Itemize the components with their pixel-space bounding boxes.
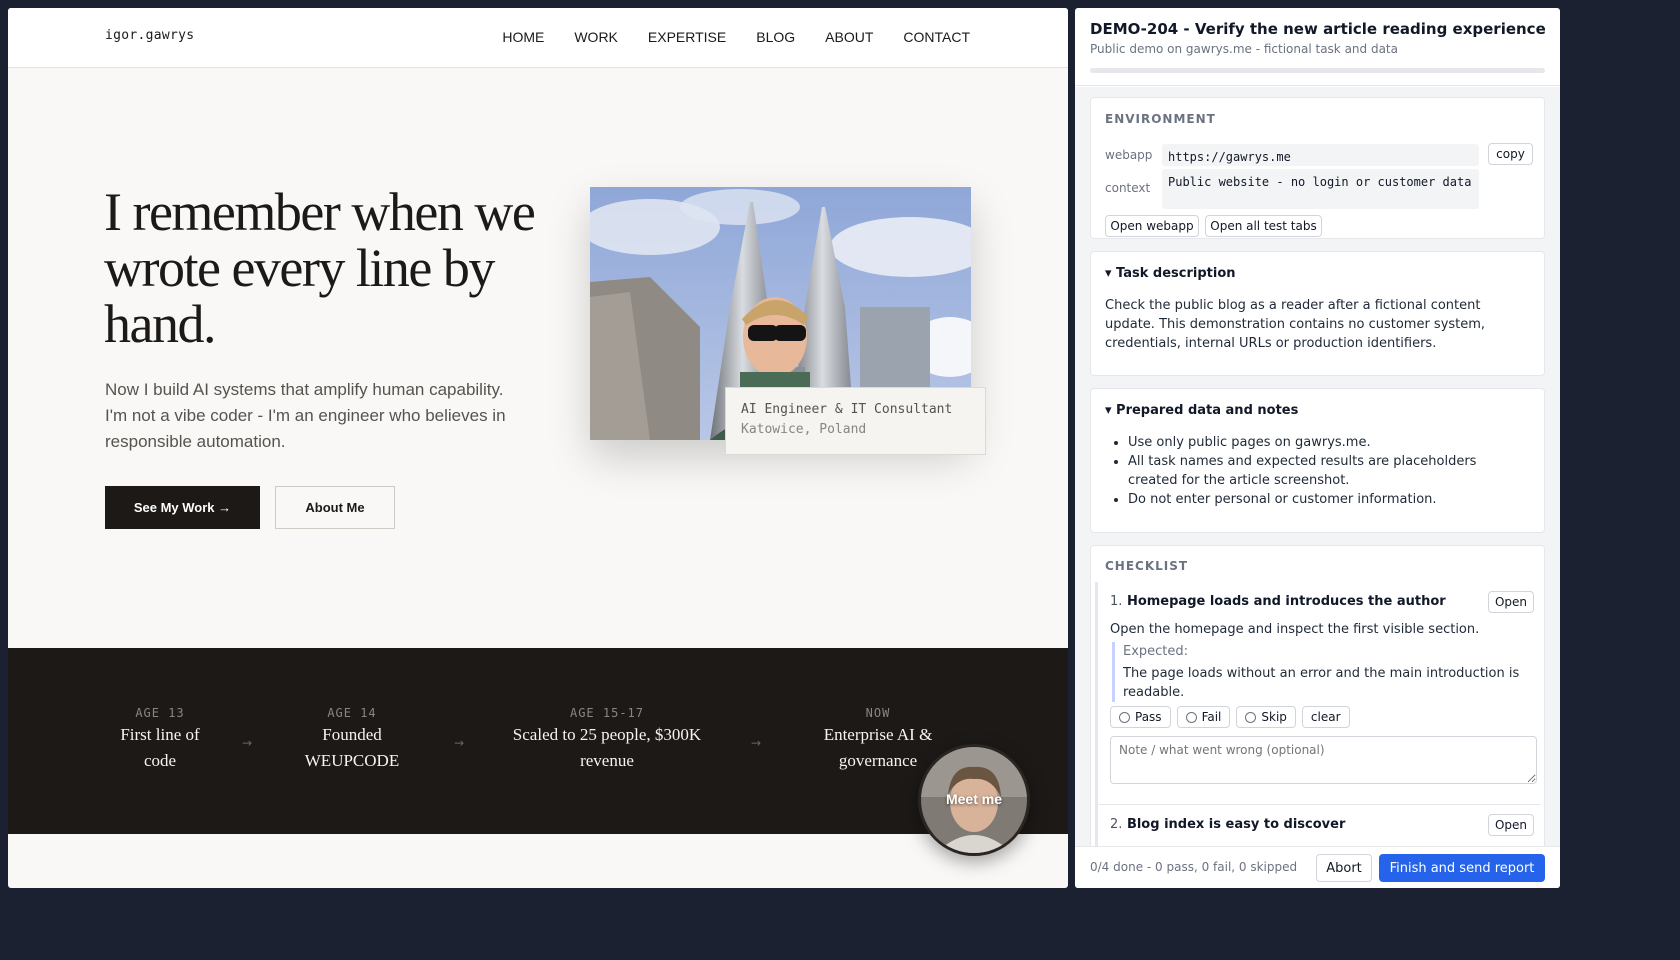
open-webapp-button[interactable]: Open webapp bbox=[1105, 215, 1199, 237]
pass-radio[interactable]: Pass bbox=[1110, 706, 1171, 728]
webapp-key: webapp bbox=[1105, 148, 1153, 162]
skip-label: Skip bbox=[1261, 710, 1287, 724]
timeline-item: NOW Enterprise AI & governance bbox=[808, 706, 948, 774]
timeline-age: AGE 14 bbox=[327, 706, 377, 720]
prepared-notes-card: ▾ Prepared data and notes Use only publi… bbox=[1090, 388, 1545, 533]
checklist-item: 1. Homepage loads and introduces the aut… bbox=[1095, 582, 1540, 804]
site-header: igor.gawrys HOME WORK EXPERTISE BLOG ABO… bbox=[8, 8, 1068, 68]
test-panel: DEMO-204 - Verify the new article readin… bbox=[1075, 8, 1560, 888]
checklist-label: CHECKLIST bbox=[1105, 559, 1189, 573]
webapp-url: https://gawrys.me bbox=[1162, 144, 1479, 166]
fail-label: Fail bbox=[1201, 710, 1222, 724]
timeline-item: AGE 15-17 Scaled to 25 people, $300K rev… bbox=[502, 706, 712, 774]
timeline-age: NOW bbox=[865, 706, 891, 720]
panel-header: DEMO-204 - Verify the new article readin… bbox=[1075, 8, 1560, 86]
list-item: All task names and expected results are … bbox=[1128, 452, 1528, 490]
site-logo[interactable]: igor.gawrys bbox=[105, 28, 194, 43]
timeline-text: First line of code bbox=[120, 725, 200, 770]
nav-about[interactable]: ABOUT bbox=[825, 29, 873, 45]
note-textarea[interactable] bbox=[1110, 736, 1537, 784]
main-nav: HOME WORK EXPERTISE BLOG ABOUT CONTACT bbox=[502, 29, 970, 45]
radio-circle-icon bbox=[1119, 711, 1130, 723]
hero-subtitle: Now I build AI systems that amplify huma… bbox=[105, 380, 506, 451]
progress-bar bbox=[1090, 68, 1545, 73]
hero-title: I remember when we wrote every line by h… bbox=[104, 182, 536, 354]
checklist-item-name: Blog index is easy to discover bbox=[1126, 817, 1346, 832]
task-description-toggle[interactable]: ▾ Task description bbox=[1105, 266, 1236, 281]
environment-label: ENVIRONMENT bbox=[1105, 112, 1216, 126]
notes-list: Use only public pages on gawrys.me. All … bbox=[1128, 433, 1528, 509]
expected-text: The page loads without an error and the … bbox=[1123, 666, 1520, 700]
nav-home[interactable]: HOME bbox=[502, 29, 544, 45]
timeline-age: AGE 15-17 bbox=[569, 706, 645, 720]
pass-label: Pass bbox=[1135, 710, 1162, 724]
timeline-age: AGE 13 bbox=[135, 706, 185, 720]
checklist-item-name: Homepage loads and introduces the author bbox=[1126, 594, 1446, 609]
open-item-button[interactable]: Open bbox=[1488, 591, 1534, 613]
expected-block: Expected: The page loads without an erro… bbox=[1112, 642, 1532, 702]
caption-location: Katowice, Poland bbox=[741, 422, 867, 437]
clear-button[interactable]: clear bbox=[1301, 706, 1350, 728]
fail-radio[interactable]: Fail bbox=[1176, 706, 1231, 728]
checklist-item-number: 2. bbox=[1110, 817, 1123, 832]
career-timeline: AGE 13 First line of code → AGE 14 Found… bbox=[8, 648, 1068, 834]
open-item-button[interactable]: Open bbox=[1488, 814, 1534, 836]
radio-circle-icon bbox=[1185, 711, 1197, 723]
list-item: Use only public pages on gawrys.me. bbox=[1128, 433, 1528, 452]
meet-me-label: Meet me bbox=[945, 791, 1003, 807]
nav-contact[interactable]: CONTACT bbox=[903, 29, 970, 45]
panel-body[interactable]: ENVIRONMENT webapp https://gawrys.me cop… bbox=[1075, 87, 1560, 846]
open-all-tabs-button[interactable]: Open all test tabs bbox=[1205, 215, 1322, 237]
copy-button[interactable]: copy bbox=[1488, 143, 1533, 165]
radio-circle-icon bbox=[1245, 711, 1257, 723]
arrow-right-icon: → bbox=[751, 736, 762, 750]
nav-work[interactable]: WORK bbox=[574, 29, 618, 45]
timeline-text: Founded WEUPCODE bbox=[304, 725, 400, 770]
checklist-card: CHECKLIST 1. Homepage loads and introduc… bbox=[1090, 545, 1545, 846]
photo-caption: AI Engineer & IT Consultant Katowice, Po… bbox=[725, 387, 986, 455]
see-my-work-button[interactable]: See My Work → bbox=[105, 486, 260, 529]
about-me-button[interactable]: About Me bbox=[275, 486, 395, 529]
checklist-item-title: 2. Blog index is easy to discover bbox=[1110, 817, 1345, 832]
checklist-item: 2. Blog index is easy to discover Open bbox=[1095, 804, 1540, 846]
context-value: Public website - no login or customer da… bbox=[1162, 169, 1479, 209]
timeline-item: AGE 14 Founded WEUPCODE bbox=[287, 706, 417, 774]
checklist-item-title: 1. Homepage loads and introduces the aut… bbox=[1110, 594, 1446, 609]
timeline-item: AGE 13 First line of code bbox=[105, 706, 215, 774]
website-viewport: igor.gawrys HOME WORK EXPERTISE BLOG ABO… bbox=[8, 8, 1068, 888]
checklist-item-number: 1. bbox=[1110, 594, 1123, 609]
list-item: Do not enter personal or customer inform… bbox=[1128, 490, 1528, 509]
arrow-right-icon: → bbox=[454, 736, 465, 750]
environment-card: ENVIRONMENT webapp https://gawrys.me cop… bbox=[1090, 97, 1545, 239]
context-key: context bbox=[1105, 181, 1151, 195]
panel-footer: 0/4 done - 0 pass, 0 fail, 0 skipped Abo… bbox=[1075, 846, 1560, 888]
arrow-right-icon: → bbox=[242, 736, 253, 750]
meet-me-video-bubble[interactable]: Meet me bbox=[918, 744, 1030, 856]
abort-button[interactable]: Abort bbox=[1316, 854, 1372, 882]
finish-and-send-report-button[interactable]: Finish and send report bbox=[1379, 854, 1545, 882]
timeline-text: Enterprise AI & governance bbox=[823, 725, 933, 770]
task-description-text: Check the public blog as a reader after … bbox=[1105, 298, 1486, 351]
result-radio-group: Pass Fail Skip clear bbox=[1110, 706, 1350, 728]
timeline-text: Scaled to 25 people, $300K revenue bbox=[512, 725, 702, 770]
progress-status: 0/4 done - 0 pass, 0 fail, 0 skipped bbox=[1090, 860, 1298, 874]
nav-blog[interactable]: BLOG bbox=[756, 29, 795, 45]
checklist-step: Open the homepage and inspect the first … bbox=[1110, 622, 1480, 637]
skip-radio[interactable]: Skip bbox=[1236, 706, 1296, 728]
expected-label: Expected: bbox=[1123, 644, 1189, 659]
prepared-notes-toggle[interactable]: ▾ Prepared data and notes bbox=[1105, 403, 1298, 418]
task-description-card: ▾ Task description Check the public blog… bbox=[1090, 251, 1545, 376]
panel-subtitle: Public demo on gawrys.me - fictional tas… bbox=[1090, 42, 1398, 56]
panel-title: DEMO-204 - Verify the new article readin… bbox=[1090, 20, 1546, 38]
caption-role: AI Engineer & IT Consultant bbox=[741, 402, 953, 417]
nav-expertise[interactable]: EXPERTISE bbox=[648, 29, 726, 45]
